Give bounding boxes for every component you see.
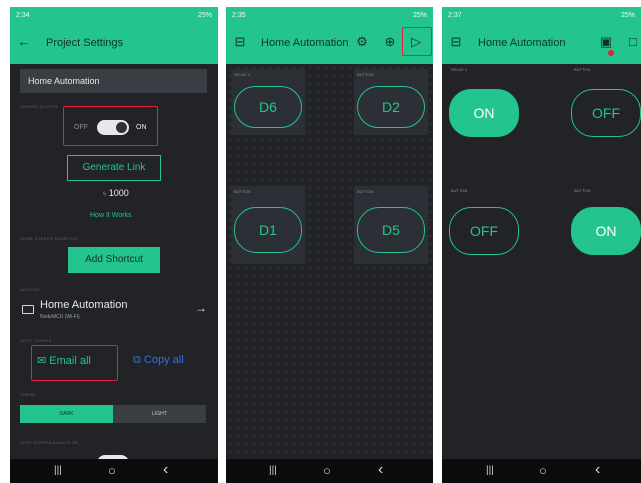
dashboard-run-screen: 2:37 25% ⊟ Home Automation ▣ □ RELAY 1 O…: [442, 7, 641, 483]
widget-label: BUTTON: [574, 188, 591, 193]
shared-access-label: SHARED ACCESS: [20, 104, 58, 109]
system-nav-bar: ||| ○ ‹: [442, 459, 641, 483]
stop-icon[interactable]: □: [626, 35, 640, 49]
email-all-button[interactable]: ✉ Email all: [37, 354, 91, 367]
toggle-off-label: OFF: [74, 124, 88, 131]
dashboard-canvas: RELAY 1 ON BUTTON OFF BUTTON OFF BUTTON …: [442, 64, 641, 459]
button-widget[interactable]: BUTTON D2: [354, 69, 428, 135]
device-row[interactable]: Home Automation NodeMCU (Wi-Fi) →: [10, 295, 218, 325]
home-nav-button[interactable]: ○: [539, 463, 547, 478]
dashboard-canvas: RELAY 1 D6 BUTTON D2 BUTTON D1 BUTTON D5: [226, 64, 433, 459]
back-nav-button[interactable]: ‹: [163, 461, 168, 479]
add-widget-icon[interactable]: ⊕: [383, 35, 397, 49]
status-time: 2:35: [232, 12, 246, 19]
project-title: Home Automation: [478, 37, 566, 49]
arrow-right-icon: →: [195, 301, 207, 315]
keep-screen-on-label: KEEP SCREEN ALWAYS ON: [20, 440, 79, 445]
device-type: NodeMCU (Wi-Fi): [40, 314, 80, 320]
recents-nav-button[interactable]: |||: [486, 465, 494, 476]
theme-label: THEME: [20, 392, 36, 397]
back-nav-button[interactable]: ‹: [378, 461, 383, 479]
generate-link-button[interactable]: Generate Link: [67, 155, 161, 181]
device-icon: [22, 305, 34, 314]
highlight-box-play: [402, 27, 432, 56]
button-widget[interactable]: BUTTON D1: [231, 186, 305, 264]
status-bar: 2:34 25%: [10, 7, 218, 24]
widget-label: BUTTON: [451, 188, 468, 193]
status-time: 2:34: [16, 12, 30, 19]
back-arrow-icon[interactable]: ←: [17, 35, 31, 49]
toggle-on-label: ON: [136, 124, 147, 131]
battery-level: 25%: [197, 12, 212, 19]
shared-access-toggle[interactable]: [97, 120, 129, 135]
widget-label: BUTTON: [357, 72, 374, 77]
home-nav-button[interactable]: ○: [108, 463, 116, 478]
button-widget[interactable]: BUTTON D5: [354, 186, 428, 264]
app-bar: ← Project Settings: [10, 24, 218, 64]
page-title: Project Settings: [46, 37, 124, 49]
button-toggle[interactable]: OFF: [571, 89, 641, 137]
email-icon: ✉: [37, 355, 47, 367]
relay-widget[interactable]: RELAY 1 D6: [231, 69, 305, 135]
status-time: 2:37: [448, 12, 462, 19]
widget-pin-button[interactable]: D2: [357, 86, 425, 128]
projects-icon[interactable]: ⊟: [233, 35, 247, 49]
widget-pin-button[interactable]: D5: [357, 207, 425, 253]
projects-icon[interactable]: ⊟: [449, 35, 463, 49]
battery-level: 25%: [620, 12, 635, 19]
widget-label: BUTTON: [357, 189, 374, 194]
project-name-field[interactable]: Home Automation: [20, 69, 207, 93]
dashboard-edit-screen: 2:35 25% ⊟ Home Automation ⚙ ⊕ ▷ RELAY 1…: [226, 7, 433, 483]
project-settings-screen: 2:34 25% ← Project Settings Home Automat…: [10, 7, 218, 483]
widget-pin-button[interactable]: D1: [234, 207, 302, 253]
status-bar: 2:37 25%: [442, 7, 641, 24]
auth-tokens-label: AUTH TOKENS: [20, 338, 52, 343]
toggle-knob: [116, 122, 127, 133]
system-nav-bar: ||| ○ ‹: [10, 459, 218, 483]
system-nav-bar: ||| ○ ‹: [226, 459, 433, 483]
relay-toggle-button[interactable]: ON: [449, 89, 519, 137]
widget-label: RELAY 1: [451, 67, 468, 72]
button-toggle[interactable]: ON: [571, 207, 641, 255]
email-all-label: Email all: [49, 355, 91, 367]
home-shortcut-label: HOME SCREEN SHORTCUT: [20, 236, 80, 241]
add-shortcut-button[interactable]: Add Shortcut: [68, 247, 160, 273]
widget-label: RELAY 1: [234, 72, 251, 77]
widget-label: BUTTON: [574, 67, 591, 72]
widget-pin-button[interactable]: D6: [234, 86, 302, 128]
battery-level: 25%: [412, 12, 427, 19]
copy-all-label: Copy all: [143, 354, 184, 366]
settings-gear-icon[interactable]: ⚙: [355, 35, 369, 49]
devices-label: DEVICES: [20, 287, 40, 292]
project-title: Home Automation: [261, 37, 349, 49]
project-name-value: Home Automation: [28, 76, 100, 86]
copy-icon: ⧉: [133, 354, 141, 366]
status-bar: 2:35 25%: [226, 7, 433, 24]
theme-dark-option[interactable]: DARK: [20, 405, 113, 423]
widget-label: BUTTON: [234, 189, 251, 194]
theme-light-option[interactable]: LIGHT: [113, 405, 206, 423]
energy-balance: 1000: [108, 188, 129, 198]
how-it-works-link[interactable]: How It Works: [90, 212, 132, 219]
notification-badge: [608, 50, 614, 56]
home-nav-button[interactable]: ○: [323, 463, 331, 478]
device-status-icon[interactable]: ▣: [599, 35, 613, 49]
energy-icon: ϟ: [103, 192, 107, 198]
recents-nav-button[interactable]: |||: [54, 465, 62, 476]
recents-nav-button[interactable]: |||: [269, 465, 277, 476]
copy-all-button[interactable]: ⧉ Copy all: [133, 354, 184, 367]
app-bar: ⊟ Home Automation ▣ □: [442, 24, 641, 64]
back-nav-button[interactable]: ‹: [595, 461, 600, 479]
button-toggle[interactable]: OFF: [449, 207, 519, 255]
device-name: Home Automation: [40, 299, 128, 311]
